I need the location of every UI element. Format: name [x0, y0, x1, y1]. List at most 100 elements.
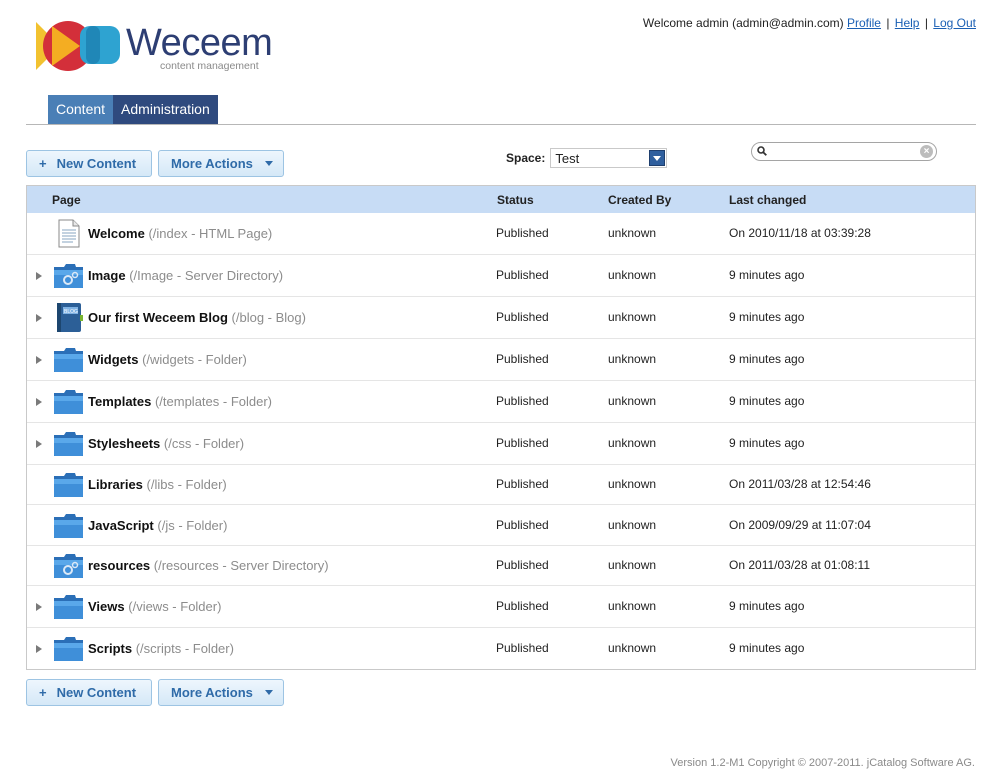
status-cell: Published: [496, 599, 549, 613]
column-header-page[interactable]: Page: [52, 193, 81, 207]
table-row[interactable]: Widgets (/widgets - Folder) Published unkn…: [27, 338, 975, 380]
table-row[interactable]: Libraries (/libs - Folder) Published unkno…: [27, 464, 975, 504]
weceem-logo-mark-icon: [36, 21, 120, 71]
column-header-status[interactable]: Status: [497, 193, 534, 207]
folder-icon: [53, 510, 84, 541]
last-changed-cell: 9 minutes ago: [729, 268, 805, 282]
expand-arrow-icon[interactable]: [36, 272, 42, 280]
expand-arrow-icon[interactable]: [36, 645, 42, 653]
page-name-cell: Image (/Image - Server Directory): [88, 268, 283, 283]
table-header: Page Status Created By Last changed: [27, 186, 975, 213]
expand-arrow-icon[interactable]: [36, 603, 42, 611]
document-icon: [53, 218, 84, 249]
status-cell: Published: [496, 226, 549, 240]
status-cell: Published: [496, 477, 549, 491]
page-name-cell: Scripts (/scripts - Folder): [88, 641, 234, 656]
table-row[interactable]: Templates (/templates - Folder) Published…: [27, 380, 975, 422]
profile-link[interactable]: Profile: [847, 16, 881, 30]
created-by-cell: unknown: [608, 558, 657, 572]
table-row[interactable]: resources (/resources - Server Directory…: [27, 545, 975, 585]
table-row[interactable]: Image (/Image - Server Directory) Publish…: [27, 254, 975, 296]
tab-administration[interactable]: Administration: [113, 95, 218, 124]
logout-link[interactable]: Log Out: [933, 16, 976, 30]
folder-icon: [53, 428, 84, 459]
logo-subtitle: content management: [160, 60, 259, 72]
user-bar: Welcome admin (admin@admin.com) Profile …: [643, 16, 976, 30]
server-directory-icon: [53, 550, 84, 581]
status-cell: Published: [496, 558, 549, 572]
status-cell: Published: [496, 436, 549, 450]
page-detail: (/blog - Blog): [231, 310, 306, 325]
logo-wordmark: Weceem: [126, 22, 273, 64]
page-detail: (/css - Folder): [163, 436, 245, 451]
table-row[interactable]: Views (/views - Folder) Published unknown 9…: [27, 585, 975, 627]
page-detail: (/widgets - Folder): [142, 352, 247, 367]
table-row[interactable]: Welcome (/index - HTML Page) Published unk…: [27, 213, 975, 254]
help-link[interactable]: Help: [895, 16, 920, 30]
page-name-cell: Templates (/templates - Folder): [88, 394, 272, 409]
page-name-cell: Welcome (/index - HTML Page): [88, 226, 272, 241]
more-actions-button[interactable]: More Actions: [158, 150, 284, 177]
more-actions-label: More Actions: [171, 156, 253, 171]
blog-icon: BLOG: [53, 302, 84, 333]
clear-search-icon[interactable]: ×: [920, 145, 933, 158]
last-changed-cell: On 2009/09/29 at 11:07:04: [729, 518, 871, 532]
space-label: Space:: [506, 151, 546, 165]
expand-arrow-icon[interactable]: [36, 398, 42, 406]
column-header-created-by[interactable]: Created By: [608, 193, 671, 207]
page-name-link[interactable]: Libraries: [88, 477, 143, 492]
page-detail: (/scripts - Folder): [135, 641, 234, 656]
page-name-link[interactable]: Templates: [88, 394, 151, 409]
tabs-divider: [26, 124, 976, 125]
table-body: Welcome (/index - HTML Page) Published unk…: [27, 213, 975, 668]
table-row[interactable]: JavaScript (/js - Folder) Published unknow…: [27, 504, 975, 545]
more-actions-button-bottom[interactable]: More Actions: [158, 679, 284, 706]
last-changed-cell: On 2011/03/28 at 01:08:11: [729, 558, 871, 572]
status-cell: Published: [496, 268, 549, 282]
space-value: Test: [555, 150, 580, 166]
column-header-last-changed[interactable]: Last changed: [729, 193, 806, 207]
page-name-link[interactable]: Stylesheets: [88, 436, 160, 451]
expand-arrow-icon[interactable]: [36, 314, 42, 322]
new-content-label: New Content: [56, 685, 137, 700]
svg-text:BLOG: BLOG: [64, 309, 78, 315]
created-by-cell: unknown: [608, 352, 657, 366]
folder-icon: [53, 591, 84, 622]
tab-content[interactable]: Content: [48, 95, 114, 124]
table-row[interactable]: Scripts (/scripts - Folder) Published unkn…: [27, 627, 975, 668]
status-cell: Published: [496, 352, 549, 366]
space-selector: Space: Test: [506, 148, 668, 168]
table-row[interactable]: BLOG Our first Weceem Blog (/blog - Blog)…: [27, 296, 975, 338]
dropdown-arrow-icon[interactable]: [649, 150, 666, 166]
last-changed-cell: 9 minutes ago: [729, 394, 805, 408]
search-icon: [757, 146, 767, 156]
new-content-button[interactable]: + New Content: [26, 150, 152, 177]
page-name-link[interactable]: Widgets: [88, 352, 138, 367]
plus-icon: +: [39, 156, 47, 171]
page-name-link[interactable]: JavaScript: [88, 518, 154, 533]
plus-icon: +: [39, 685, 47, 700]
page-name-cell: JavaScript (/js - Folder): [88, 518, 227, 533]
search-input[interactable]: ×: [751, 142, 937, 161]
separator: |: [886, 16, 890, 30]
page-name-link[interactable]: Scripts: [88, 641, 132, 656]
new-content-button-bottom[interactable]: + New Content: [26, 679, 152, 706]
content-table: Page Status Created By Last changed Welc…: [26, 185, 976, 670]
page-detail: (/Image - Server Directory): [129, 268, 284, 283]
page-detail: (/resources - Server Directory): [153, 558, 329, 573]
status-cell: Published: [496, 310, 549, 324]
weceem-logo: Weceem content management: [34, 16, 294, 74]
page-name-link[interactable]: Image: [88, 268, 126, 283]
last-changed-cell: 9 minutes ago: [729, 310, 805, 324]
main-tabs: Content Administration: [48, 95, 218, 124]
space-select[interactable]: Test: [550, 148, 668, 168]
last-changed-cell: 9 minutes ago: [729, 352, 805, 366]
created-by-cell: unknown: [608, 436, 657, 450]
page-name-link[interactable]: Our first Weceem Blog: [88, 310, 228, 325]
expand-arrow-icon[interactable]: [36, 356, 42, 364]
expand-arrow-icon[interactable]: [36, 440, 42, 448]
page-name-link[interactable]: Welcome: [88, 226, 145, 241]
table-row[interactable]: Stylesheets (/css - Folder) Published unkn…: [27, 422, 975, 464]
page-name-link[interactable]: Views: [88, 599, 125, 614]
page-name-link[interactable]: resources: [88, 558, 150, 573]
